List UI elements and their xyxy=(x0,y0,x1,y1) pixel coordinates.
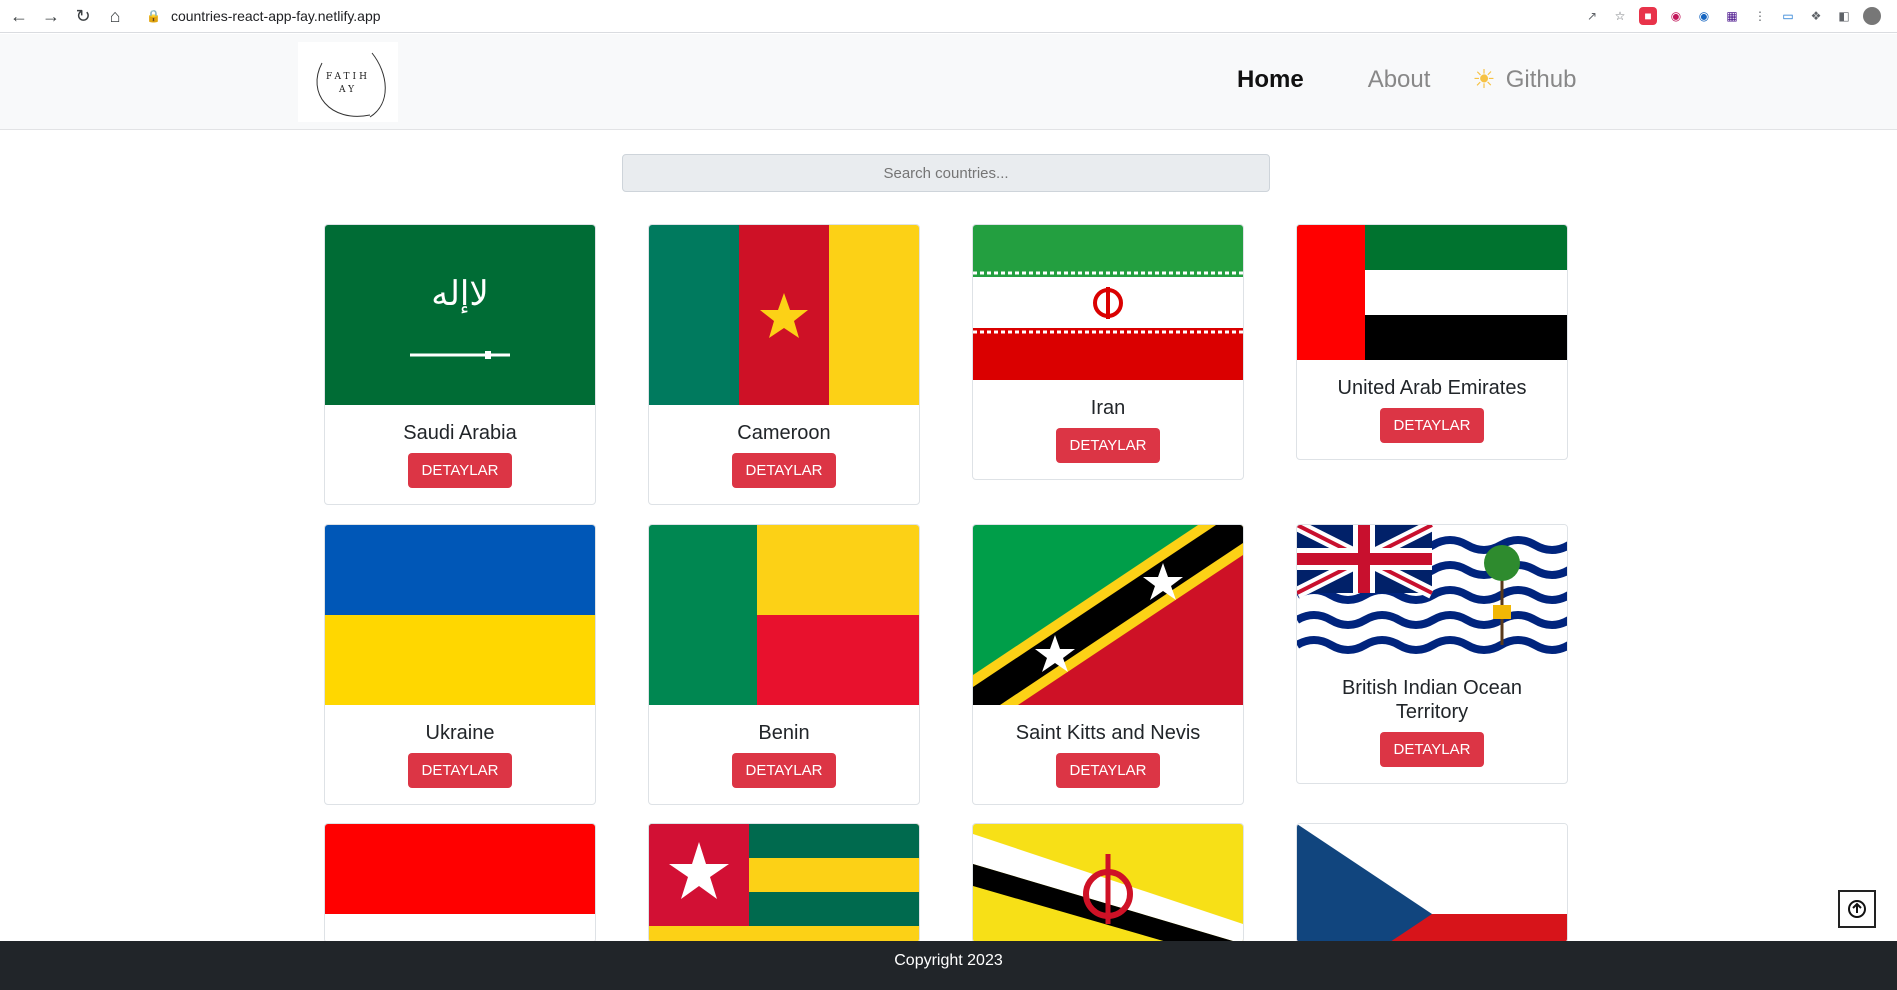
svg-text:لاإله: لاإله xyxy=(431,274,488,314)
nav-about-link[interactable]: About xyxy=(1368,66,1431,94)
nav-github-label: Github xyxy=(1505,65,1577,93)
address-bar[interactable]: countries-react-app-fay.netlify.app xyxy=(171,8,381,24)
site-header: FATIH AY Home About ☀ Github xyxy=(0,34,1897,130)
flag-ukraine xyxy=(325,525,595,705)
country-card xyxy=(1296,823,1568,943)
forward-icon[interactable]: → xyxy=(38,3,64,29)
browser-toolbar: ← → ↻ ⌂ 🔒 countries-react-app-fay.netlif… xyxy=(0,0,1897,33)
sidepanel-icon[interactable]: ◧ xyxy=(1835,7,1853,25)
logo-text: FATIH xyxy=(326,72,370,82)
flag-benin xyxy=(649,525,919,705)
logo-graphic: FATIH AY xyxy=(316,52,386,118)
main-nav: Home About ☀ Github xyxy=(1237,64,1576,95)
flag-cameroon xyxy=(649,225,919,405)
country-name: Ukraine xyxy=(425,722,495,744)
country-name: United Arab Emirates xyxy=(1337,377,1527,399)
details-button[interactable]: DETAYLAR xyxy=(1379,408,1485,443)
country-name: British Indian Ocean Territory xyxy=(1341,677,1523,723)
country-name: Benin xyxy=(758,722,810,744)
country-card: United Arab Emirates DETAYLAR xyxy=(1296,224,1568,460)
copyright-text: Copyright 2023 xyxy=(894,952,1003,969)
country-card: Iran DETAYLAR xyxy=(972,224,1244,480)
extension-icon[interactable]: ▦ xyxy=(1723,7,1741,25)
details-button[interactable]: DETAYLAR xyxy=(1379,732,1485,767)
country-card xyxy=(648,823,920,943)
flag-united-arab-emirates xyxy=(1297,225,1567,360)
scroll-to-top-button[interactable] xyxy=(1838,890,1876,928)
puzzle-icon[interactable]: ❖ xyxy=(1807,7,1825,25)
country-card xyxy=(972,823,1244,943)
search-input[interactable] xyxy=(622,154,1270,192)
country-card: British Indian Ocean Territory DETAYLAR xyxy=(1296,524,1568,784)
extension-icon[interactable]: ■ xyxy=(1639,7,1657,25)
back-icon[interactable]: ← xyxy=(6,3,32,29)
avatar[interactable] xyxy=(1863,7,1881,25)
arrow-up-circle-icon xyxy=(1848,900,1866,918)
flag-partial xyxy=(325,824,595,942)
sun-icon: ☀ xyxy=(1472,64,1496,94)
country-name: Saint Kitts and Nevis xyxy=(1015,722,1201,744)
share-icon[interactable]: ↗ xyxy=(1583,7,1601,25)
flag-british-indian-ocean-territory xyxy=(1297,525,1567,660)
lock-icon: 🔒 xyxy=(146,9,161,23)
details-button[interactable]: DETAYLAR xyxy=(731,453,837,488)
flag-partial xyxy=(973,824,1243,942)
extension-icon[interactable]: ▭ xyxy=(1779,7,1797,25)
country-card: Ukraine DETAYLAR xyxy=(324,524,596,805)
country-card: Benin DETAYLAR xyxy=(648,524,920,805)
extension-icon[interactable]: ◉ xyxy=(1667,7,1685,25)
extension-icon[interactable]: ◉ xyxy=(1695,7,1713,25)
details-button[interactable]: DETAYLAR xyxy=(1055,753,1161,788)
star-icon[interactable]: ☆ xyxy=(1611,7,1629,25)
site-logo[interactable]: FATIH AY xyxy=(298,42,398,122)
home-icon[interactable]: ⌂ xyxy=(102,3,128,29)
flag-partial xyxy=(1297,824,1567,942)
country-name: Iran xyxy=(1090,397,1126,419)
nav-home-link[interactable]: Home xyxy=(1237,66,1304,94)
country-card: Cameroon DETAYLAR xyxy=(648,224,920,505)
footer: Copyright 2023 xyxy=(0,941,1897,990)
flag-iran xyxy=(973,225,1243,380)
country-card: Saint Kitts and Nevis DETAYLAR xyxy=(972,524,1244,805)
details-button[interactable]: DETAYLAR xyxy=(407,453,513,488)
flag-saint-kitts-and-nevis xyxy=(973,525,1243,705)
country-name: Cameroon xyxy=(737,422,831,444)
country-card: لاإله Saudi Arabia DETAYLAR xyxy=(324,224,596,505)
nav-github-link[interactable]: ☀ Github xyxy=(1472,64,1576,95)
reload-icon[interactable]: ↻ xyxy=(70,3,96,29)
logo-text: AY xyxy=(338,85,357,95)
details-button[interactable]: DETAYLAR xyxy=(731,753,837,788)
country-card xyxy=(324,823,596,943)
details-button[interactable]: DETAYLAR xyxy=(1055,428,1161,463)
flag-partial xyxy=(649,824,919,942)
extension-icon[interactable]: ⋮ xyxy=(1751,7,1769,25)
flag-saudi-arabia: لاإله xyxy=(325,225,595,405)
country-name: Saudi Arabia xyxy=(403,422,517,444)
details-button[interactable]: DETAYLAR xyxy=(407,753,513,788)
